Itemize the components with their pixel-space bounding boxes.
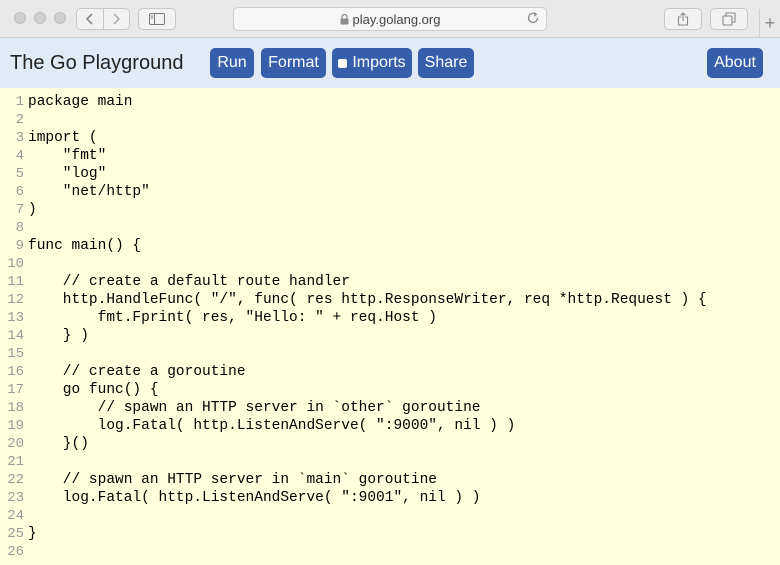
line-number: 21 [7, 454, 24, 470]
code-textarea[interactable]: package main import ( "fmt" "log" "net/ht… [28, 93, 707, 561]
page-title: The Go Playground [10, 52, 184, 74]
code-line: // spawn an HTTP server in `main` gorout… [28, 472, 437, 488]
code-line: log.Fatal( http.ListenAndServe( ":9001",… [28, 490, 481, 506]
code-line: "net/http" [28, 184, 150, 200]
chevron-left-icon [85, 13, 93, 25]
code-line: log.Fatal( http.ListenAndServe( ":9000",… [28, 418, 516, 434]
line-number: 5 [15, 166, 24, 182]
line-number: 23 [7, 490, 24, 506]
code-line: // spawn an HTTP server in `other` gorou… [28, 400, 481, 416]
line-number: 2 [15, 112, 24, 128]
code-line: // create a goroutine [28, 364, 246, 380]
line-number: 10 [7, 256, 24, 272]
new-tab-button[interactable]: + [759, 9, 780, 37]
code-line: } ) [28, 328, 89, 344]
share-button[interactable]: Share [418, 48, 474, 78]
code-line: fmt.Fprint( res, "Hello: " + req.Host ) [28, 310, 437, 326]
line-number: 24 [7, 508, 24, 524]
about-button[interactable]: About [707, 48, 763, 78]
run-label: Run [217, 54, 247, 71]
line-number: 19 [7, 418, 24, 434]
tab-overview-button[interactable] [710, 8, 748, 30]
browser-toolbar: play.golang.org + [0, 0, 780, 38]
url-text: play.golang.org [352, 11, 441, 27]
line-number: 22 [7, 472, 24, 488]
back-button[interactable] [77, 9, 104, 29]
line-number-gutter: 1 2 3 4 5 6 7 8 9 10 11 12 13 14 15 16 17 18 19 20 21 22 23 24 2… [0, 93, 24, 561]
line-number: 20 [7, 436, 24, 452]
line-number: 16 [7, 364, 24, 380]
line-number: 12 [7, 292, 24, 308]
playground-header: The Go Playground Run Format Imports Sha… [0, 38, 780, 88]
window-close-button[interactable] [14, 12, 26, 24]
code-line: "fmt" [28, 148, 107, 164]
line-number: 6 [15, 184, 24, 200]
line-number: 11 [7, 274, 24, 290]
code-line: go func() { [28, 382, 159, 398]
imports-checkbox[interactable] [338, 58, 348, 68]
code-line: } [28, 526, 37, 542]
line-number: 17 [7, 382, 24, 398]
forward-button[interactable] [104, 9, 130, 29]
share-icon [677, 12, 689, 26]
about-label: About [714, 54, 756, 71]
line-number: 15 [7, 346, 24, 362]
line-number: 9 [15, 238, 24, 254]
reload-icon [527, 12, 539, 24]
code-line: // create a default route handler [28, 274, 350, 290]
line-number: 25 [7, 526, 24, 542]
share-label: Share [424, 54, 468, 71]
sidebar-icon [149, 13, 165, 25]
line-number: 13 [7, 310, 24, 326]
format-label: Format [268, 54, 319, 71]
imports-label: Imports [352, 54, 406, 71]
line-number: 8 [15, 220, 24, 236]
code-line: ) [28, 202, 37, 218]
browser-share-button[interactable] [664, 8, 702, 30]
code-line: http.HandleFunc( "/", func( res http.Res… [28, 292, 707, 308]
code-line: }() [28, 436, 89, 452]
line-number: 18 [7, 400, 24, 416]
line-number: 4 [15, 148, 24, 164]
address-bar[interactable]: play.golang.org [233, 7, 547, 31]
line-number: 26 [7, 544, 24, 560]
code-editor[interactable]: 1 2 3 4 5 6 7 8 9 10 11 12 13 14 15 16 17 18 19 20 21 22 23 24 2… [0, 88, 780, 565]
code-line: package main [28, 94, 133, 110]
tabs-icon [722, 12, 736, 26]
line-number: 3 [15, 130, 24, 146]
line-number: 7 [15, 202, 24, 218]
reload-button[interactable] [526, 11, 540, 28]
imports-toggle[interactable]: Imports [332, 48, 412, 78]
format-button[interactable]: Format [261, 48, 326, 78]
line-number: 1 [15, 94, 24, 110]
chevron-right-icon [113, 13, 121, 25]
code-line: "log" [28, 166, 107, 182]
window-zoom-button[interactable] [54, 12, 66, 24]
history-navigation [76, 8, 130, 30]
lock-icon [340, 13, 349, 24]
code-line: import ( [28, 130, 98, 146]
code-line: func main() { [28, 238, 142, 254]
window-minimize-button[interactable] [34, 12, 46, 24]
sidebar-toggle-button[interactable] [138, 8, 176, 30]
run-button[interactable]: Run [210, 48, 254, 78]
line-number: 14 [7, 328, 24, 344]
